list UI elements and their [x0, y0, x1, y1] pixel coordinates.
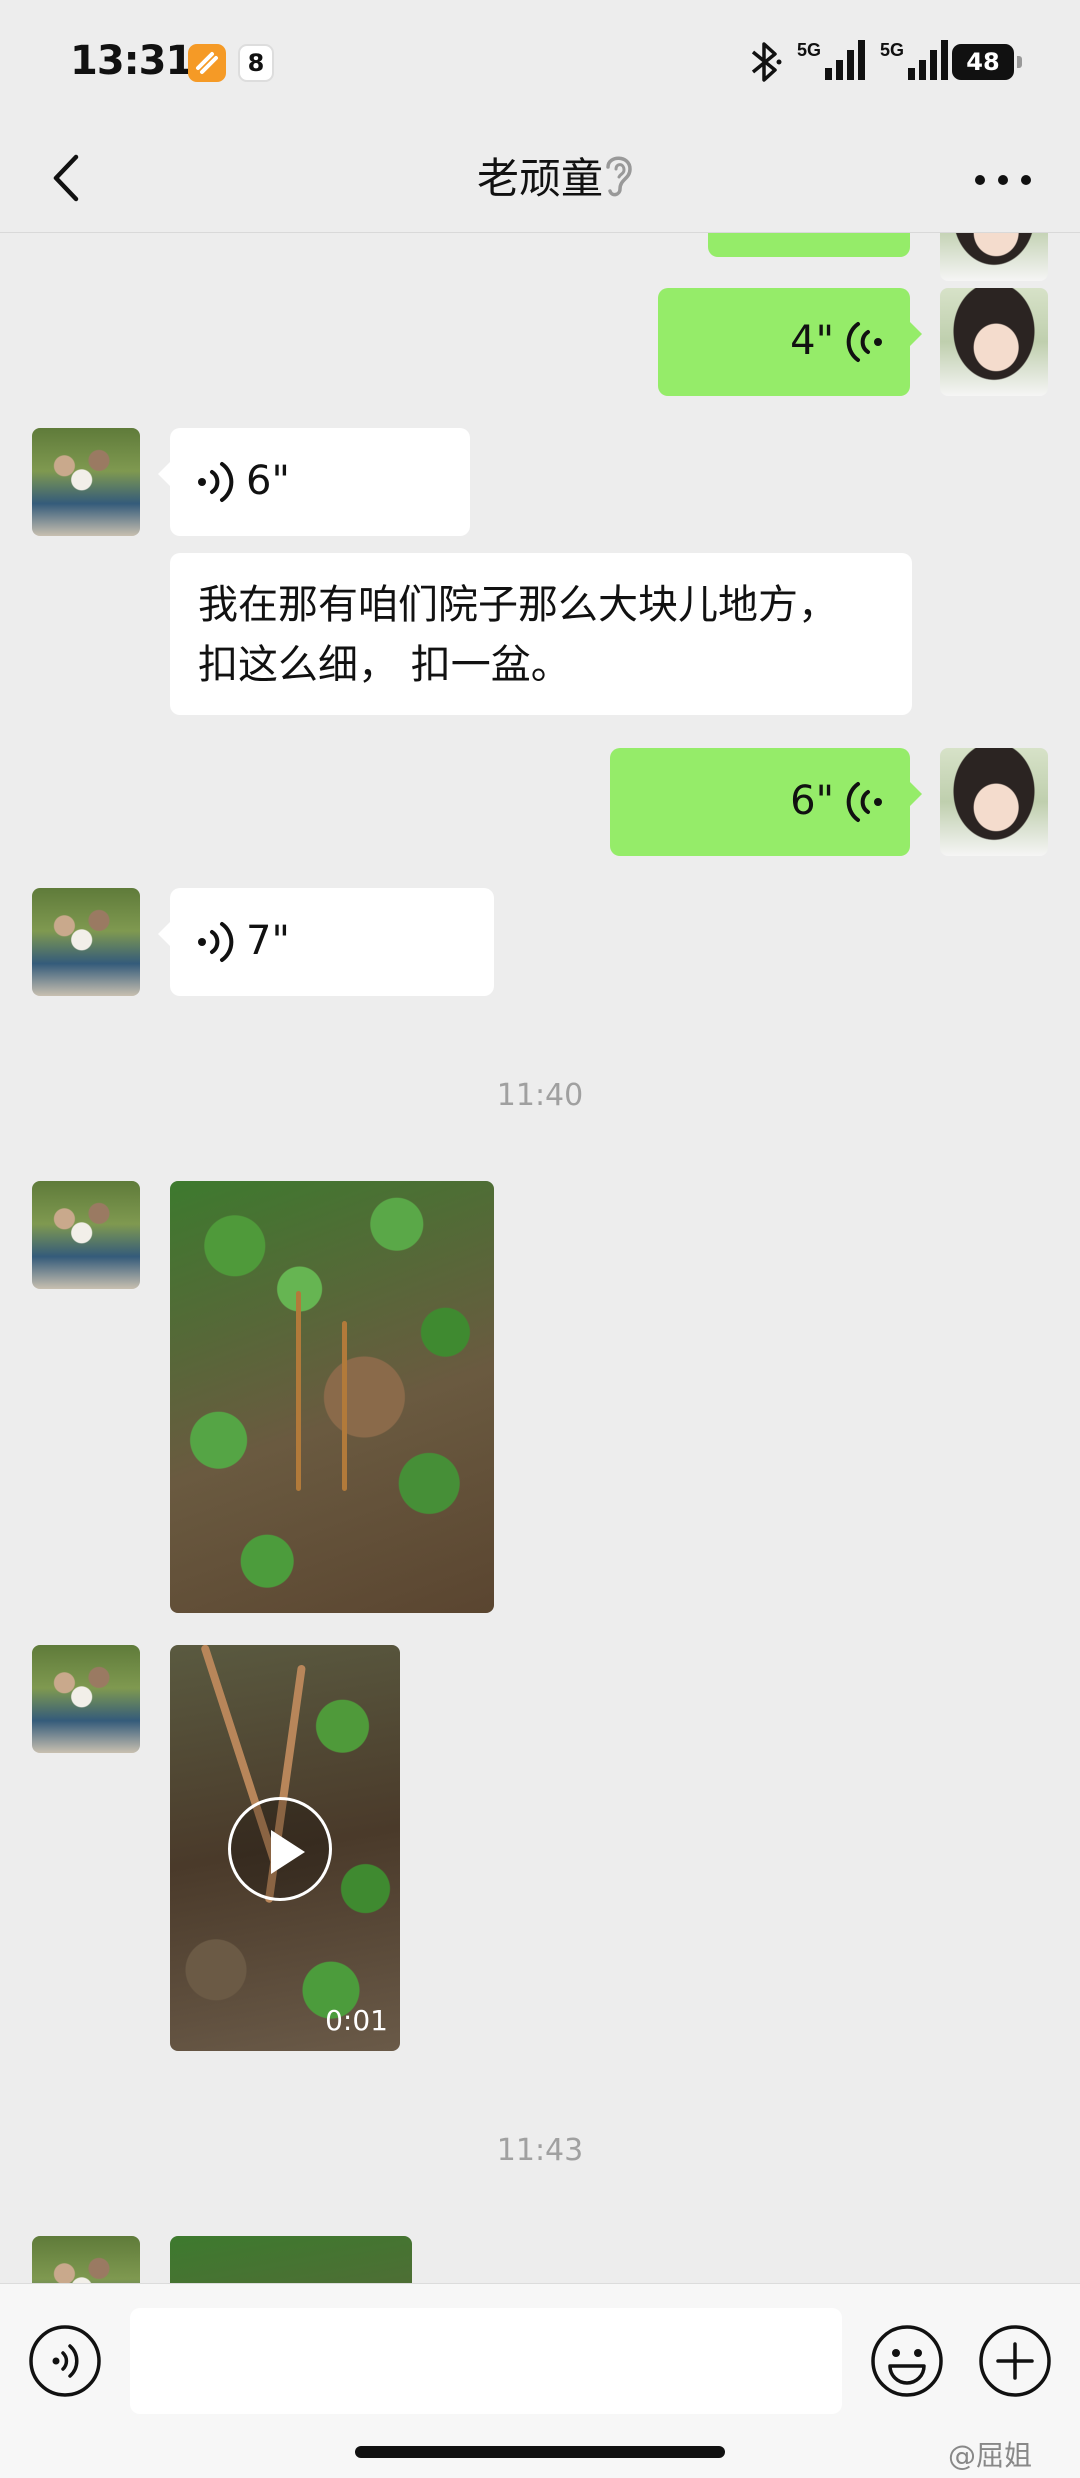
add-attachment-icon[interactable] — [978, 2324, 1052, 2398]
video-message[interactable]: 0:01 — [170, 1645, 400, 2051]
text-message-incoming[interactable]: 我在那有咱们院子那么大块儿地方， 扣这么细， 扣一盆。 — [170, 553, 912, 715]
status-bar: 13:31 8 5G 5G 48 — [0, 0, 1080, 125]
battery-indicator: 48 — [952, 44, 1022, 80]
voice-input-toggle-icon[interactable] — [28, 2324, 102, 2398]
my-avatar[interactable] — [940, 233, 1048, 281]
voice-message-incoming[interactable]: 6" — [158, 428, 470, 536]
app-notification-icon-2: 8 — [238, 44, 274, 82]
message-bubble-partial[interactable] — [708, 233, 910, 257]
message-text-line: 扣这么细， 扣一盆。 — [198, 642, 571, 688]
voice-message-outgoing[interactable]: 4" — [658, 288, 922, 396]
message-timestamp: 11:40 — [496, 1078, 584, 1113]
more-options-icon[interactable] — [968, 155, 1038, 205]
contact-avatar[interactable] — [32, 428, 140, 536]
earpiece-mode-icon — [606, 156, 632, 197]
contact-avatar[interactable] — [32, 2236, 140, 2283]
message-text-line: 我在那有咱们院子那么大块儿地方， — [198, 582, 838, 628]
chat-title[interactable]: 老顽童 — [0, 145, 1080, 206]
my-avatar[interactable] — [940, 288, 1048, 396]
app-notification-icon — [188, 44, 226, 82]
emoji-icon[interactable] — [870, 2324, 944, 2398]
message-timestamp: 11:43 — [496, 2133, 584, 2168]
signal-label: 5G — [797, 40, 821, 60]
contact-avatar[interactable] — [32, 1181, 140, 1289]
bluetooth-icon — [751, 42, 782, 82]
play-icon[interactable] — [228, 1797, 332, 1901]
contact-avatar[interactable] — [32, 1645, 140, 1753]
voice-wave-icon — [846, 782, 882, 822]
voice-wave-icon — [198, 462, 234, 502]
status-time: 13:31 — [70, 38, 193, 84]
message-list[interactable]: 4" 6" 我在那有咱们院子那么大块儿地方， 扣这么细， 扣一盆。 6" 7" … — [0, 233, 1080, 2283]
image-message[interactable] — [170, 2236, 412, 2283]
watermark: @屈姐 — [948, 2439, 1033, 2472]
image-message[interactable] — [170, 1181, 494, 1613]
voice-duration: 6" — [246, 458, 290, 504]
signal-label-2: 5G — [880, 40, 904, 60]
home-indicator[interactable] — [355, 2446, 725, 2458]
voice-wave-icon — [846, 322, 882, 362]
voice-duration: 4" — [790, 318, 834, 364]
my-avatar[interactable] — [940, 748, 1048, 856]
chat-header: 老顽童 — [0, 125, 1080, 233]
input-bar: @屈姐 — [0, 2283, 1080, 2478]
cellular-signal-icon-2: 5G — [880, 40, 948, 80]
video-duration: 0:01 — [325, 2004, 388, 2037]
voice-wave-icon — [198, 922, 234, 962]
voice-duration: 7" — [246, 918, 290, 964]
cellular-signal-icon: 5G — [797, 40, 865, 80]
voice-message-incoming[interactable]: 7" — [158, 888, 494, 996]
battery-level: 48 — [966, 48, 1000, 76]
voice-duration: 6" — [790, 778, 834, 824]
contact-avatar[interactable] — [32, 888, 140, 996]
message-input[interactable] — [130, 2308, 842, 2414]
voice-message-outgoing[interactable]: 6" — [610, 748, 922, 856]
